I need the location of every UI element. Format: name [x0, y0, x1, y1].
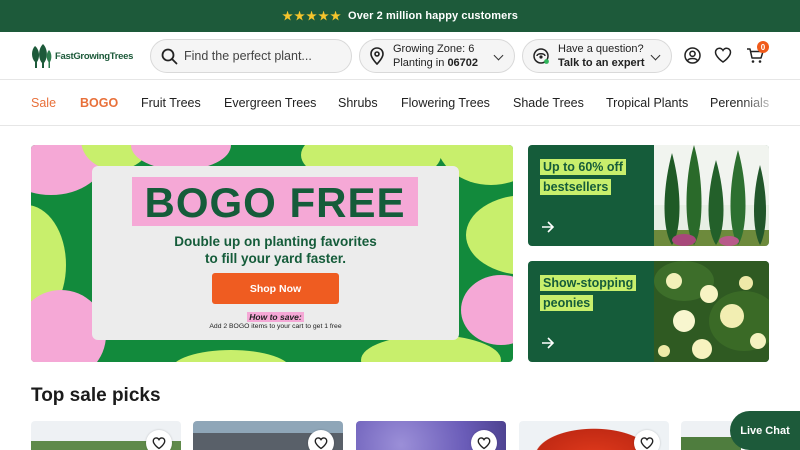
- category-nav: Sale BOGO Fruit Trees Evergreen Trees Sh…: [0, 81, 800, 126]
- hero-title: BOGO FREE: [144, 179, 406, 226]
- product-card[interactable]: [31, 421, 181, 450]
- location-pin-icon: [370, 47, 384, 65]
- search-bar[interactable]: [150, 39, 352, 73]
- nav-item-bogo[interactable]: BOGO: [80, 96, 118, 110]
- promo-line1: Show-stopping: [540, 275, 637, 291]
- search-input[interactable]: [184, 49, 344, 63]
- promo-card-bestsellers[interactable]: Up to 60% off bestsellers: [528, 145, 769, 246]
- growing-zone-selector[interactable]: Growing Zone: 6 Planting in 06702: [359, 39, 515, 73]
- site-header: FastGrowingTrees Growing Zone: 6 Plantin…: [0, 32, 800, 80]
- expert-line2: Talk to an expert: [558, 57, 645, 69]
- expert-headset-icon: [533, 48, 549, 64]
- favorite-button[interactable]: [471, 430, 497, 450]
- talk-to-expert-selector[interactable]: Have a question? Talk to an expert: [522, 39, 672, 73]
- chevron-down-icon: [493, 50, 504, 61]
- nav-item-evergreen-trees[interactable]: Evergreen Trees: [224, 96, 316, 110]
- nav-item-sale[interactable]: Sale: [31, 96, 56, 110]
- arrow-right-icon: [542, 221, 555, 233]
- zone-zip: 06702: [447, 57, 479, 69]
- hero-subtitle-line1: Double up on planting favorites: [174, 234, 377, 249]
- how-to-save-text: How to save:: [247, 312, 304, 322]
- promo-label-bestsellers: Up to 60% off bestsellers: [540, 157, 626, 197]
- product-card[interactable]: [356, 421, 506, 450]
- logo[interactable]: FastGrowingTrees: [30, 44, 133, 68]
- nav-scroll-fade: [740, 81, 800, 125]
- star-icon: [306, 10, 317, 21]
- chevron-down-icon: [650, 50, 661, 61]
- section-title: Top sale picks: [31, 385, 161, 406]
- search-icon: [161, 48, 178, 64]
- promo-card-peonies[interactable]: Show-stopping peonies: [528, 261, 769, 362]
- nav-item-tropical-plants[interactable]: Tropical Plants: [606, 96, 688, 110]
- live-chat-button[interactable]: Live Chat: [730, 411, 800, 450]
- zone-text: Growing Zone: 6 Planting in 06702: [393, 42, 478, 70]
- heart-icon: [477, 436, 491, 449]
- star-icon: [282, 10, 293, 21]
- shop-now-button[interactable]: Shop Now: [212, 273, 339, 304]
- zone-planting-label: Planting in: [393, 57, 445, 69]
- product-card[interactable]: [519, 421, 669, 450]
- product-card[interactable]: [193, 421, 343, 450]
- account-icon[interactable]: [684, 47, 701, 64]
- hero-subtitle: Double up on planting favorites to fill …: [92, 233, 459, 267]
- promo-line2: bestsellers: [540, 179, 612, 195]
- promo-line2: peonies: [540, 295, 594, 311]
- nav-item-flowering-trees[interactable]: Flowering Trees: [401, 96, 490, 110]
- how-to-save-label: How to save:: [92, 312, 459, 322]
- rating-stars: [282, 10, 341, 22]
- hero-subtitle-line2: to fill your yard faster.: [204, 251, 347, 266]
- announcement-bar: Over 2 million happy customers: [0, 0, 800, 32]
- favorite-button[interactable]: [146, 430, 172, 450]
- tree-logo-icon: [32, 44, 52, 68]
- heart-icon: [640, 436, 654, 449]
- heart-icon: [314, 436, 328, 449]
- favorite-button[interactable]: [634, 430, 660, 450]
- peonies-image: [654, 261, 769, 362]
- nav-item-fruit-trees[interactable]: Fruit Trees: [141, 96, 201, 110]
- heart-icon[interactable]: [714, 47, 732, 64]
- announcement-text: Over 2 million happy customers: [348, 10, 518, 22]
- expert-text: Have a question? Talk to an expert: [558, 42, 645, 70]
- star-icon: [294, 10, 305, 21]
- heart-icon: [152, 436, 166, 449]
- how-to-save-description: Add 2 BOGO items to your cart to get 1 f…: [209, 323, 342, 330]
- arrow-right-icon: [542, 337, 555, 349]
- zone-line1: Growing Zone: 6: [393, 43, 475, 55]
- nav-item-shrubs[interactable]: Shrubs: [338, 96, 378, 110]
- cart-count-badge: 0: [757, 41, 769, 53]
- promo-label-peonies: Show-stopping peonies: [540, 273, 637, 313]
- logo-text: FastGrowingTrees: [55, 50, 134, 62]
- star-icon: [318, 10, 329, 21]
- promo-line1: Up to 60% off: [540, 159, 626, 175]
- nav-item-shade-trees[interactable]: Shade Trees: [513, 96, 584, 110]
- hero-banner[interactable]: BOGO FREE Double up on planting favorite…: [31, 145, 513, 362]
- hero-card: BOGO FREE Double up on planting favorite…: [92, 166, 459, 340]
- star-icon: [330, 10, 341, 21]
- arborvitae-trees-image: [654, 145, 769, 246]
- expert-line1: Have a question?: [558, 43, 644, 55]
- favorite-button[interactable]: [308, 430, 334, 450]
